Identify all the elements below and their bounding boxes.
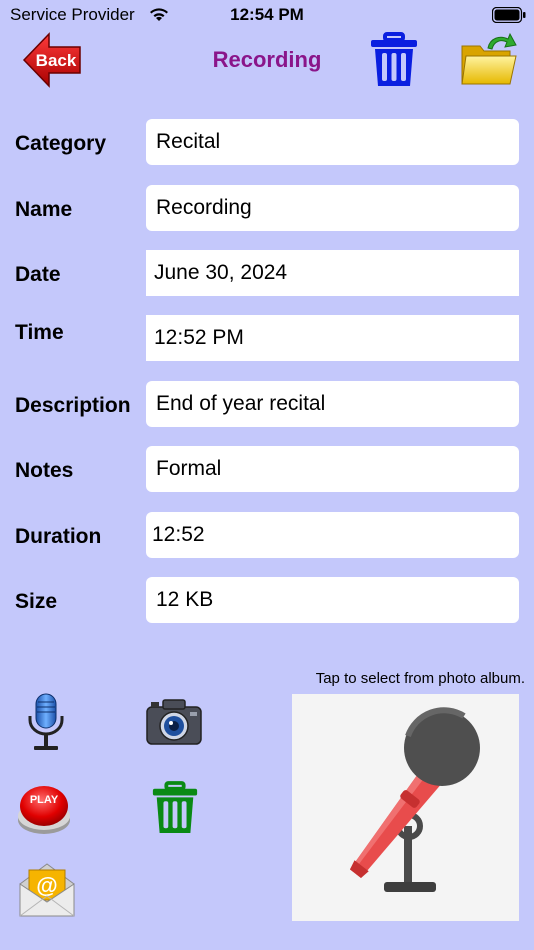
microphone-image	[349, 707, 480, 892]
play-button[interactable]: PLAY	[16, 782, 72, 836]
duration-label: Duration	[15, 525, 102, 548]
page-title: Recording	[212, 47, 322, 72]
status-bar: Service Provider 12:54 PM	[0, 0, 534, 30]
folder-icon	[461, 32, 517, 85]
battery-icon	[492, 7, 526, 23]
green-trash-icon	[152, 781, 198, 833]
name-label: Name	[15, 198, 73, 221]
category-label: Category	[15, 132, 107, 155]
notes-label: Notes	[15, 459, 74, 482]
svg-text:@: @	[36, 873, 57, 898]
microphone-icon	[28, 693, 64, 750]
duration-field[interactable]: 12:52	[146, 512, 519, 558]
record-button[interactable]	[24, 692, 68, 752]
description-field[interactable]: End of year recital	[146, 381, 519, 427]
back-label: Back	[36, 51, 77, 70]
date-field[interactable]: June 30, 2024	[146, 250, 519, 296]
photo-selector[interactable]	[292, 694, 519, 921]
size-label: Size	[15, 590, 58, 613]
back-arrow-icon: Back	[22, 32, 81, 88]
camera-icon	[146, 699, 202, 745]
camera-button[interactable]	[145, 698, 203, 746]
description-label: Description	[15, 394, 131, 417]
time-field[interactable]: 12:52 PM	[146, 315, 519, 361]
email-icon: @	[19, 863, 75, 917]
notes-field[interactable]: Formal	[146, 446, 519, 492]
delete-button[interactable]	[368, 32, 420, 88]
category-field[interactable]: Recital	[146, 119, 519, 165]
size-field[interactable]: 12 KB	[146, 577, 519, 623]
name-field[interactable]: Recording	[146, 185, 519, 231]
delete-recording-button[interactable]	[150, 780, 200, 836]
play-button-graphic: PLAY	[18, 786, 70, 834]
date-label: Date	[15, 263, 61, 286]
trash-icon	[371, 32, 417, 86]
play-label: PLAY	[30, 794, 59, 806]
back-button[interactable]: Back	[22, 30, 82, 90]
email-button[interactable]: @	[18, 860, 76, 918]
open-folder-button[interactable]	[460, 32, 518, 86]
time-label: Time	[15, 321, 64, 344]
status-time: 12:54 PM	[230, 5, 304, 24]
photo-hint: Tap to select from photo album.	[315, 670, 525, 687]
